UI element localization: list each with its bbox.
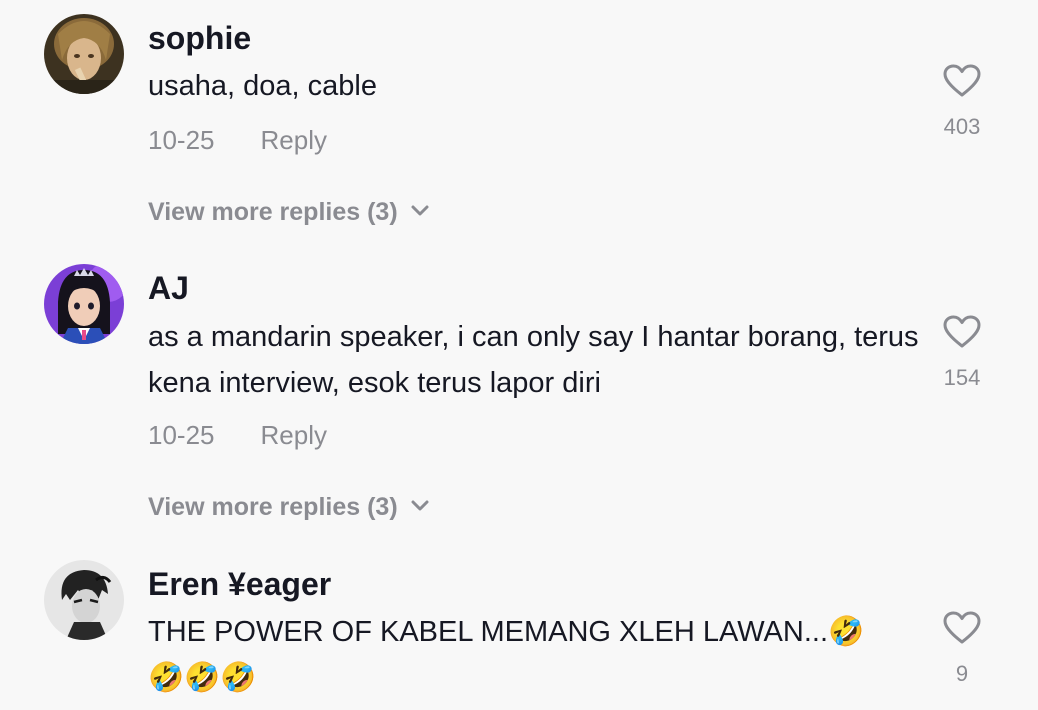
comment-date: 10-25 [148,125,215,155]
heart-outline-icon [943,611,981,644]
comment-meta: 10-25 Reply [148,124,327,156]
username[interactable]: sophie [148,18,251,58]
view-more-replies-button[interactable]: View more replies (3) [148,491,430,523]
chevron-down-icon [411,500,429,511]
username[interactable]: AJ [148,268,189,308]
view-more-replies-label: View more replies (3) [148,198,398,226]
view-more-replies-button[interactable]: View more replies (3) [148,196,430,228]
heart-outline-icon [943,315,981,348]
heart-outline-icon [943,64,981,97]
reply-button[interactable]: Reply [261,420,327,450]
avatar[interactable] [44,264,124,344]
chevron-down-icon [411,205,429,216]
view-more-replies-label: View more replies (3) [148,493,398,521]
comment-text: as a mandarin speaker, i can only say I … [148,321,919,399]
comment-text: THE POWER OF KABEL MEMANG XLEH LAWAN...🤣… [148,616,865,694]
comment-date: 10-25 [148,420,215,450]
avatar[interactable] [44,560,124,640]
comment-text: usaha, doa, cable [148,70,377,102]
reply-button[interactable]: Reply [261,125,327,155]
like-count: 9 [955,661,969,686]
like-button[interactable]: 9 [936,611,988,687]
like-count: 154 [943,365,981,390]
like-count: 403 [943,114,981,139]
like-button[interactable]: 403 [936,64,988,140]
like-button[interactable]: 154 [936,315,988,391]
avatar[interactable] [44,14,124,94]
username[interactable]: Eren ¥eager [148,564,331,604]
comment-meta: 10-25 Reply [148,419,327,451]
